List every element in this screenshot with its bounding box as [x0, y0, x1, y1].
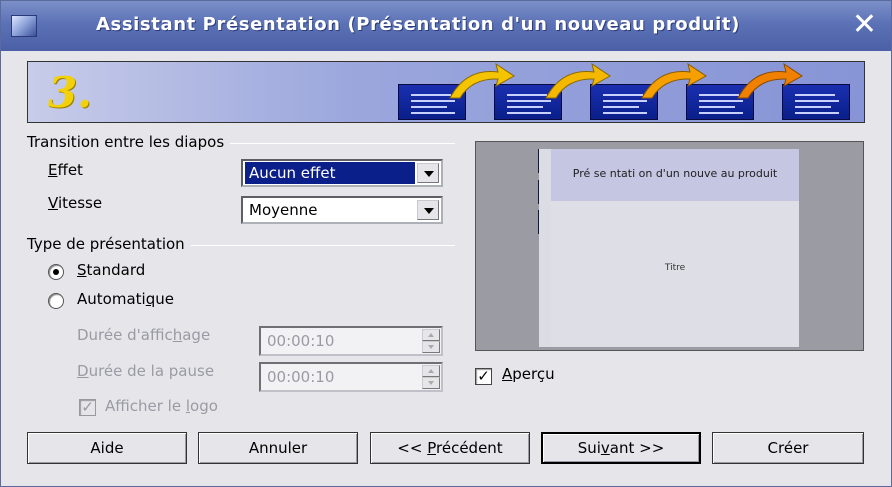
preview-checkbox[interactable]: ✓	[475, 368, 492, 385]
display-duration-value: 00:00:10	[267, 332, 335, 350]
spin-down-icon[interactable]	[422, 341, 440, 353]
arrow-icon	[737, 62, 803, 99]
standard-radio[interactable]	[48, 264, 64, 280]
window-title: Assistant Présentation (Présentation d'u…	[96, 14, 740, 35]
preview-header: Pré se ntati on d'un nouve au produit	[551, 149, 799, 201]
effect-value: Aucun effet	[244, 161, 416, 185]
display-duration-field[interactable]: 00:00:10	[259, 326, 443, 356]
pause-duration-field[interactable]: 00:00:10	[259, 362, 443, 392]
speed-value: Moyenne	[249, 201, 318, 219]
effect-label: Effet	[48, 161, 83, 179]
pause-duration-value: 00:00:10	[267, 368, 335, 386]
arrow-icon	[545, 62, 611, 99]
show-logo-checkbox[interactable]: ✓	[79, 399, 96, 416]
spin-down-icon[interactable]	[422, 377, 440, 389]
automatic-radio[interactable]	[48, 293, 64, 309]
step-number: 3.	[48, 68, 92, 117]
spin-buttons[interactable]	[422, 329, 440, 353]
show-logo-label: Afficher le logo	[105, 397, 218, 415]
close-icon[interactable]: ✕	[852, 7, 877, 43]
chevron-down-icon[interactable]	[417, 163, 439, 183]
automatic-label[interactable]: Automatique	[77, 290, 174, 308]
spin-buttons[interactable]	[422, 365, 440, 389]
preview-slide-title: Pré se ntati on d'un nouve au produit	[572, 167, 778, 180]
speed-label: Vitesse	[48, 194, 103, 212]
speed-select[interactable]: Moyenne	[241, 196, 443, 224]
display-duration-label: Durée d'affichage	[77, 326, 211, 344]
effect-select[interactable]: Aucun effet	[241, 159, 443, 187]
slide-preview: Pré se ntati on d'un nouve au produit Ti…	[475, 141, 864, 351]
preview-checkbox-label[interactable]: Aperçu	[502, 365, 555, 383]
spin-up-icon[interactable]	[422, 329, 440, 341]
wizard-window: Assistant Présentation (Présentation d'u…	[0, 0, 892, 487]
arrow-icon	[641, 62, 707, 99]
previous-button[interactable]: << Précédent	[370, 432, 530, 464]
pause-duration-label: Durée de la pause	[77, 362, 215, 380]
app-icon[interactable]	[11, 15, 37, 37]
spin-up-icon[interactable]	[422, 365, 440, 377]
help-button[interactable]: Aide	[27, 432, 187, 464]
preview-page: Pré se ntati on d'un nouve au produit Ti…	[539, 149, 799, 347]
arrow-icon	[449, 62, 515, 99]
wizard-banner: 3.	[27, 61, 865, 123]
next-button[interactable]: Suivant >>	[541, 432, 701, 464]
create-button[interactable]: Créer	[712, 432, 864, 464]
presentation-type-group-title: Type de présentation	[27, 235, 191, 253]
chevron-down-icon[interactable]	[417, 200, 439, 220]
standard-label[interactable]: Standard	[77, 261, 145, 279]
preview-slide-body: Titre	[664, 263, 686, 273]
transition-group-title: Transition entre les diapos	[27, 133, 231, 151]
cancel-button[interactable]: Annuler	[198, 432, 358, 464]
title-bar[interactable]: Assistant Présentation (Présentation d'u…	[1, 1, 891, 51]
preview-body: Titre	[551, 201, 799, 347]
